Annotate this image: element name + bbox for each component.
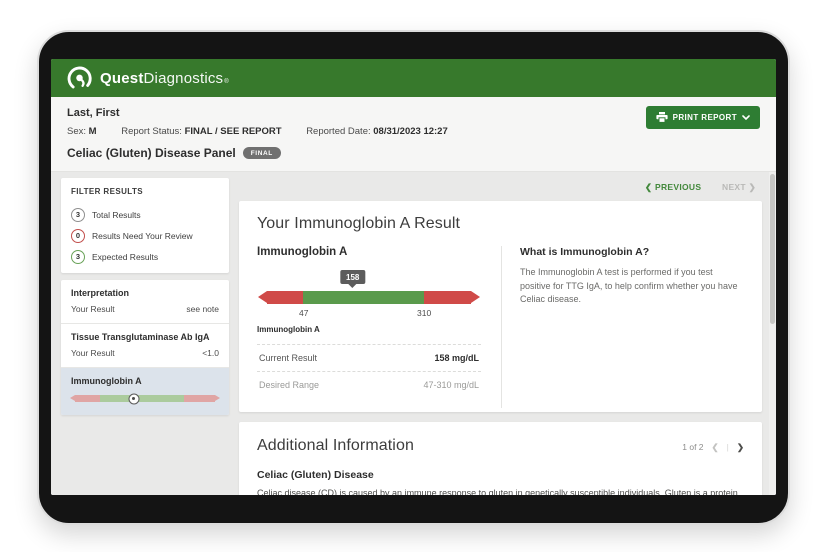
main-panel: ❮ PREVIOUS NEXT ❯ Your Immunoglobin A Re… <box>239 178 762 495</box>
test-heading: Immunoglobin A <box>257 246 481 258</box>
additional-info-title: Additional Information <box>257 437 414 455</box>
previous-result-button[interactable]: ❮ PREVIOUS <box>645 182 701 192</box>
print-report-label: PRINT REPORT <box>673 113 737 122</box>
logo-text-regular: Diagnostics <box>144 70 224 87</box>
reported-date-label: Reported Date: <box>306 126 370 137</box>
chevron-down-icon <box>742 115 750 120</box>
test-name: Immunoglobin A <box>71 376 219 386</box>
results-sidebar: FILTER RESULTS 3 Total Results 0 Results… <box>61 178 229 495</box>
additional-information-card: Additional Information 1 of 2 ❮ | ❯ Celi… <box>239 422 762 495</box>
your-result-value: see note <box>186 304 219 314</box>
page-next-button[interactable]: ❯ <box>737 442 744 453</box>
patient-info-section: Last, First Sex: M Report Status: FINAL … <box>51 97 776 172</box>
scrollbar-track <box>769 172 776 495</box>
your-result-label: Your Result <box>71 348 115 358</box>
tablet-frame: QuestDiagnostics® Last, First Sex: M Rep… <box>37 30 790 525</box>
filter-results-title: FILTER RESULTS <box>71 187 219 196</box>
page-prev-button[interactable]: ❮ <box>712 442 719 453</box>
sidebar-item-immunoglobin-a[interactable]: Immunoglobin A <box>61 368 229 415</box>
range-bar: 158 47 310 <box>267 291 471 323</box>
result-range-column: Immunoglobin A 158 47 310 <box>257 246 481 408</box>
printer-icon <box>656 112 668 123</box>
filter-total-results[interactable]: 3 Total Results <box>71 204 219 225</box>
logo-text: QuestDiagnostics® <box>100 70 229 87</box>
page-indicator: 1 of 2 <box>682 442 703 452</box>
range-high-label: 310 <box>417 308 431 318</box>
result-rows: Current Result 158 mg/dL Desired Range 4… <box>257 344 481 398</box>
sidebar-item-tissue-transglutaminase[interactable]: Tissue Transglutaminase Ab IgA Your Resu… <box>61 324 229 368</box>
print-report-button[interactable]: PRINT REPORT <box>646 106 760 129</box>
need-review-count-badge: 0 <box>71 229 85 243</box>
explainer-text: The Immunoglobin A test is performed if … <box>520 266 744 307</box>
current-value-marker: 158 <box>340 270 365 284</box>
logo-text-bold: Quest <box>100 70 144 87</box>
quest-logo-icon <box>67 66 92 91</box>
result-explainer-column: What is Immunoglobin A? The Immunoglobin… <box>501 246 744 408</box>
range-low-label: 47 <box>299 308 308 318</box>
filter-label: Expected Results <box>92 252 158 262</box>
range-bar-caption: Immunoglobin A <box>257 325 481 334</box>
range-bar-track: 158 <box>267 291 471 304</box>
report-status-label: Report Status: <box>121 126 182 137</box>
filter-label: Results Need Your Review <box>92 231 193 241</box>
test-list-card: Interpretation Your Result see note Tiss… <box>61 280 229 415</box>
result-pager: ❮ PREVIOUS NEXT ❯ <box>239 178 762 201</box>
sex-value: M <box>89 126 97 137</box>
pagination-separator: | <box>727 442 729 452</box>
sidebar-item-interpretation[interactable]: Interpretation Your Result see note <box>61 280 229 324</box>
expected-results-count-badge: 3 <box>71 250 85 264</box>
panel-title: Celiac (Gluten) Disease Panel <box>67 146 236 160</box>
range-bar-normal-zone <box>303 291 424 304</box>
mini-range-bar-normal-zone <box>100 395 184 402</box>
filter-need-review[interactable]: 0 Results Need Your Review <box>71 225 219 246</box>
explainer-title: What is Immunoglobin A? <box>520 246 744 258</box>
current-result-value: 158 mg/dL <box>435 353 480 363</box>
range-bar-labels: 47 310 <box>267 308 471 323</box>
disease-heading: Celiac (Gluten) Disease <box>257 469 744 481</box>
test-name: Tissue Transglutaminase Ab IgA <box>71 332 219 342</box>
total-results-count-badge: 3 <box>71 208 85 222</box>
filter-label: Total Results <box>92 210 141 220</box>
sex-label: Sex: <box>67 126 86 137</box>
filter-expected-results[interactable]: 3 Expected Results <box>71 246 219 267</box>
filter-results-card: FILTER RESULTS 3 Total Results 0 Results… <box>61 178 229 273</box>
current-result-label: Current Result <box>259 353 317 363</box>
mini-range-bar <box>75 395 215 402</box>
logo-trademark: ® <box>224 79 229 85</box>
report-status-value: FINAL / SEE REPORT <box>185 126 282 137</box>
desired-range-value: 47-310 mg/dL <box>423 380 479 390</box>
additional-info-pagination: 1 of 2 ❮ | ❯ <box>682 442 744 453</box>
scrollbar-thumb[interactable] <box>770 174 775 324</box>
disease-paragraph-1: Celiac disease (CD) is caused by an immu… <box>257 487 744 495</box>
panel-title-row: Celiac (Gluten) Disease Panel FINAL <box>67 146 760 160</box>
app-header: QuestDiagnostics® <box>51 59 776 97</box>
test-name: Interpretation <box>71 288 219 298</box>
current-result-row: Current Result 158 mg/dL <box>257 344 481 371</box>
reported-date-value: 08/31/2023 12:27 <box>373 126 447 137</box>
desired-range-row: Desired Range 47-310 mg/dL <box>257 371 481 398</box>
next-result-button[interactable]: NEXT ❯ <box>722 182 756 192</box>
mini-range-marker <box>128 393 139 404</box>
your-result-label: Your Result <box>71 304 115 314</box>
final-status-badge: FINAL <box>243 147 281 159</box>
screen: QuestDiagnostics® Last, First Sex: M Rep… <box>51 59 776 495</box>
content-area: FILTER RESULTS 3 Total Results 0 Results… <box>51 172 776 495</box>
result-detail-card: Your Immunoglobin A Result Immunoglobin … <box>239 201 762 412</box>
result-card-title: Your Immunoglobin A Result <box>257 215 744 233</box>
your-result-value: <1.0 <box>202 348 219 358</box>
desired-range-label: Desired Range <box>259 380 319 390</box>
